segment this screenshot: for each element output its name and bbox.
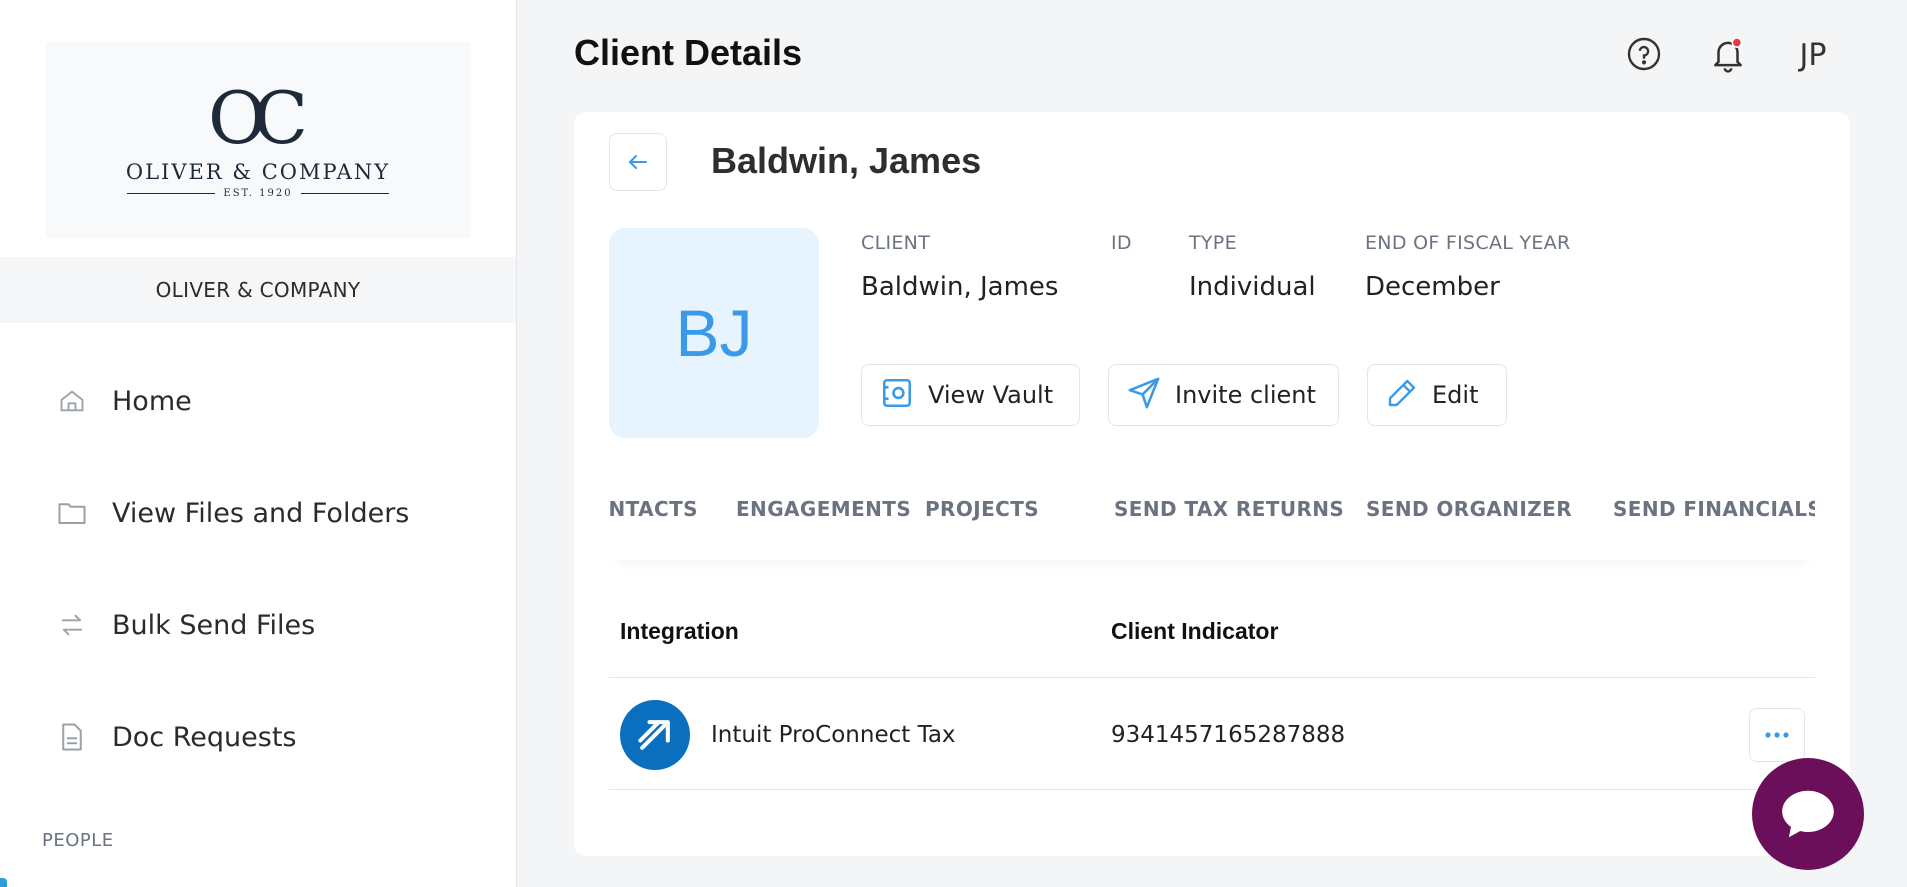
column-header-integration: Integration	[620, 618, 739, 644]
user-avatar[interactable]: JP	[1790, 36, 1836, 74]
sidebar-item-doc-requests[interactable]: Doc Requests	[0, 707, 516, 767]
logo-divider	[127, 192, 216, 194]
tab-contacts[interactable]: CONTACTS	[609, 497, 698, 521]
sidebar-item-label: Doc Requests	[112, 721, 297, 753]
tabs-bar: CONTACTS ENGAGEMENTS PROJECTS SEND TAX R…	[609, 470, 1815, 560]
logo-name: OLIVER & COMPANY	[125, 159, 391, 184]
vault-icon	[880, 376, 914, 414]
edit-label: Edit	[1432, 381, 1479, 409]
help-icon[interactable]	[1624, 34, 1664, 74]
client-details-card: Baldwin, James BJ CLIENT Baldwin, James …	[574, 112, 1850, 856]
field-label-client: CLIENT	[861, 232, 931, 254]
row-more-button[interactable]	[1749, 708, 1805, 762]
client-name-heading: Baldwin, James	[711, 140, 982, 181]
tab-engagements[interactable]: ENGAGEMENTS	[736, 497, 911, 521]
scroll-indicator	[0, 878, 7, 887]
arrow-left-icon	[629, 155, 647, 169]
sidebar-item-label: Home	[112, 385, 192, 417]
field-label-id: ID	[1111, 232, 1132, 254]
logo-est: EST. 1920	[223, 187, 293, 199]
sidebar-item-home[interactable]: Home	[0, 371, 516, 431]
table-divider	[609, 677, 1815, 678]
sidebar: OC OLIVER & COMPANY EST. 1920 OLIVER & C…	[0, 0, 517, 887]
tab-projects[interactable]: PROJECTS	[925, 497, 1039, 521]
field-value-fiscal-year: December	[1365, 272, 1500, 302]
home-icon	[56, 385, 88, 417]
document-icon	[56, 721, 88, 753]
back-button[interactable]	[609, 133, 667, 191]
view-vault-label: View Vault	[928, 381, 1054, 409]
tab-send-organizer[interactable]: SEND ORGANIZER	[1366, 497, 1572, 521]
more-dots-icon	[1765, 732, 1789, 738]
sidebar-item-label: View Files and Folders	[112, 497, 410, 529]
logo-divider	[300, 192, 389, 194]
column-header-client-indicator: Client Indicator	[1111, 618, 1279, 644]
client-indicator-value: 9341457165287888	[1111, 722, 1346, 748]
logo-monogram: OC	[207, 75, 308, 160]
tab-send-tax-returns[interactable]: SEND TAX RETURNS	[1114, 497, 1344, 521]
field-value-client: Baldwin, James	[861, 272, 1059, 302]
invite-client-label: Invite client	[1175, 381, 1316, 409]
client-avatar: BJ	[609, 228, 819, 438]
chat-icon	[1782, 790, 1834, 838]
invite-client-button[interactable]: Invite client	[1108, 364, 1339, 426]
view-vault-button[interactable]: View Vault	[861, 364, 1080, 426]
transfer-icon	[56, 609, 88, 641]
pencil-icon	[1386, 377, 1418, 413]
sidebar-item-label: Bulk Send Files	[112, 609, 316, 641]
folder-icon	[56, 497, 88, 529]
edit-button[interactable]: Edit	[1367, 364, 1507, 426]
field-value-type: Individual	[1189, 272, 1316, 302]
tab-send-financials[interactable]: SEND FINANCIALS	[1613, 497, 1815, 521]
table-divider	[609, 789, 1815, 790]
intuit-logo-icon	[620, 700, 690, 770]
logo-est-row: EST. 1920	[127, 187, 389, 199]
section-label-people: PEOPLE	[42, 830, 114, 851]
page-title: Client Details	[574, 32, 803, 73]
sidebar-item-bulk-send[interactable]: Bulk Send Files	[0, 595, 516, 655]
integration-name: Intuit ProConnect Tax	[711, 722, 956, 748]
chat-widget-button[interactable]	[1752, 758, 1864, 870]
notification-bell-icon[interactable]	[1708, 34, 1748, 74]
firm-logo: OC OLIVER & COMPANY EST. 1920	[45, 42, 471, 238]
field-label-fiscal-year: END OF FISCAL YEAR	[1365, 232, 1571, 254]
field-label-type: TYPE	[1189, 232, 1237, 254]
sidebar-item-view-files[interactable]: View Files and Folders	[0, 483, 516, 543]
send-icon	[1127, 376, 1161, 414]
firm-name-bar[interactable]: OLIVER & COMPANY	[0, 257, 516, 323]
